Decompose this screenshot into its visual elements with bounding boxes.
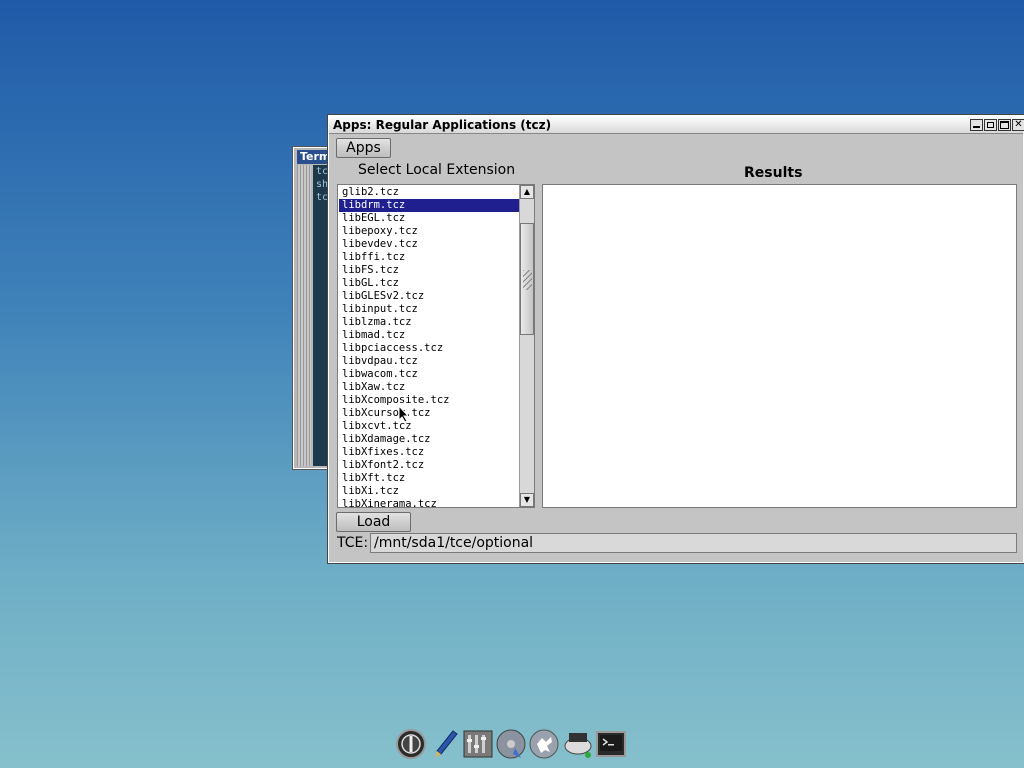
power-icon[interactable] [395, 728, 427, 760]
extension-list-item[interactable]: libGLESv2.tcz [339, 290, 520, 303]
restore-icon[interactable] [984, 119, 997, 131]
terminal-window[interactable]: Term tc sh tc [292, 146, 334, 470]
extension-list-item[interactable]: libwacom.tcz [339, 368, 520, 381]
extension-list-item[interactable]: libevdev.tcz [339, 238, 520, 251]
extension-list-item[interactable]: libGL.tcz [339, 277, 520, 290]
extension-list-item[interactable]: libdrm.tcz [339, 199, 520, 212]
dock [395, 726, 630, 762]
results-panel[interactable] [542, 184, 1017, 508]
backup-icon[interactable] [562, 728, 594, 760]
apps-window: Apps: Regular Applications (tcz) ✕ Apps … [327, 114, 1024, 564]
extension-list-item[interactable]: libXaw.tcz [339, 381, 520, 394]
extension-list[interactable]: glib2.tcz libdrm.tcz libEGL.tcz libepoxy.tc… [337, 184, 535, 508]
grip-icon [523, 270, 532, 290]
extension-list-item[interactable]: libXft.tcz [339, 472, 520, 485]
terminal-scrollbar[interactable] [297, 165, 311, 466]
extension-list-item[interactable]: liblzma.tcz [339, 316, 520, 329]
extension-list-item[interactable]: libpciaccess.tcz [339, 342, 520, 355]
minimize-icon[interactable] [970, 119, 983, 131]
extension-list-item[interactable]: libffi.tcz [339, 251, 520, 264]
mount-tool-icon[interactable] [495, 728, 527, 760]
scroll-down-icon[interactable]: ▼ [520, 493, 534, 507]
tce-path-field[interactable]: /mnt/sda1/tce/optional [370, 533, 1017, 553]
maximize-icon[interactable] [998, 119, 1011, 131]
scroll-up-icon[interactable]: ▲ [520, 185, 534, 199]
extension-list-item[interactable]: libmad.tcz [339, 329, 520, 342]
apps-titlebar[interactable]: Apps: Regular Applications (tcz) ✕ [329, 116, 1024, 134]
extension-list-item[interactable]: libXi.tcz [339, 485, 520, 498]
extension-list-item[interactable]: libepoxy.tcz [339, 225, 520, 238]
extension-list-item[interactable]: libXfont2.tcz [339, 459, 520, 472]
extension-list-item[interactable]: libXinerama.tcz [339, 498, 520, 507]
extension-list-item[interactable]: libXcomposite.tcz [339, 394, 520, 407]
extension-list-item[interactable]: libXfixes.tcz [339, 446, 520, 459]
terminal-title[interactable]: Term [297, 150, 332, 164]
tce-label: TCE: [337, 535, 369, 551]
mouse-cursor-icon [398, 405, 410, 423]
apps-icon[interactable] [528, 728, 560, 760]
load-button[interactable]: Load [336, 512, 411, 532]
extension-list-scrollbar[interactable]: ▲ ▼ [519, 185, 534, 507]
terminal-icon[interactable] [595, 728, 627, 760]
extension-list-item[interactable]: libxcvt.tcz [339, 420, 520, 433]
select-extension-label: Select Local Extension [358, 162, 516, 178]
close-icon[interactable]: ✕ [1012, 119, 1024, 131]
editor-icon[interactable] [429, 728, 461, 760]
extension-list-item[interactable]: libEGL.tcz [339, 212, 520, 225]
extension-list-item[interactable]: libXcursor.tcz [339, 407, 520, 420]
extension-list-item[interactable]: libFS.tcz [339, 264, 520, 277]
scroll-thumb[interactable] [520, 223, 534, 335]
apps-menu-button[interactable]: Apps [336, 138, 391, 158]
extension-list-item[interactable]: libvdpau.tcz [339, 355, 520, 368]
extension-list-item[interactable]: glib2.tcz [339, 186, 520, 199]
control-panel-icon[interactable] [462, 728, 494, 760]
window-title: Apps: Regular Applications (tcz) [333, 118, 552, 132]
extension-list-item[interactable]: libinput.tcz [339, 303, 520, 316]
results-label: Results [744, 165, 803, 181]
extension-list-item[interactable]: libXdamage.tcz [339, 433, 520, 446]
extension-list-items: glib2.tcz libdrm.tcz libEGL.tcz libepoxy.tc… [339, 186, 520, 507]
